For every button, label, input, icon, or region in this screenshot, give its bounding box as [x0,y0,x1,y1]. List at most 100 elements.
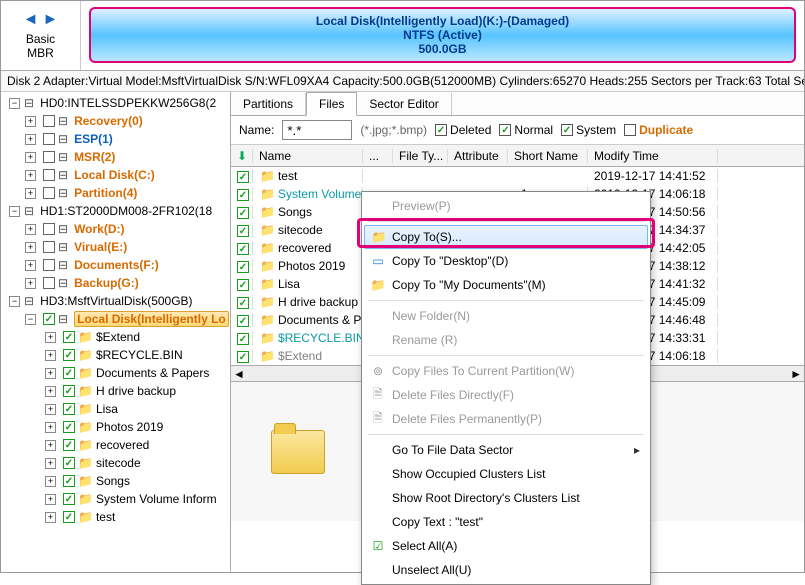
checkbox-icon[interactable] [43,133,55,145]
filter-duplicate[interactable]: ✓Duplicate [624,123,693,137]
row-checkbox[interactable]: ✓ [237,171,249,183]
tree-item[interactable]: +⊟Recovery(0) [1,112,230,130]
tree-item[interactable]: +✓📁Lisa [1,400,230,418]
menu-show-occupied[interactable]: Show Occupied Clusters List [364,462,648,486]
expand-icon[interactable]: + [45,368,56,379]
tree-item[interactable]: +✓📁sitecode [1,454,230,472]
tree-item[interactable]: +✓📁test [1,508,230,526]
col-type[interactable]: File Ty... [393,149,448,163]
expand-icon[interactable]: + [25,260,36,271]
checkbox-icon[interactable]: ✓ [63,511,75,523]
menu-copy-text[interactable]: Copy Text : "test" [364,510,648,534]
menu-delete-perm[interactable]: 🗎Delete Files Permanently(P) [364,407,648,431]
filter-normal[interactable]: ✓Normal [499,123,553,137]
row-checkbox[interactable]: ✓ [237,279,249,291]
expand-icon[interactable]: + [25,170,36,181]
tree-panel[interactable]: −⊟HD0:INTELSSDPEKKW256G8(2+⊟Recovery(0)+… [1,92,231,572]
expand-icon[interactable]: + [45,512,56,523]
expand-icon[interactable]: + [45,458,56,469]
tree-item[interactable]: +⊟Documents(F:) [1,256,230,274]
menu-select-all[interactable]: ☑Select All(A) [364,534,648,558]
row-checkbox[interactable]: ✓ [237,333,249,345]
row-checkbox[interactable]: ✓ [237,297,249,309]
row-checkbox[interactable]: ✓ [237,225,249,237]
tree-item[interactable]: +⊟Virual(E:) [1,238,230,256]
checkbox-icon[interactable]: ✓ [63,475,75,487]
checkbox-icon[interactable] [43,277,55,289]
tree-item[interactable]: +✓📁Songs [1,472,230,490]
tree-item[interactable]: +⊟Backup(G:) [1,274,230,292]
expand-icon[interactable]: + [45,494,56,505]
checkbox-icon[interactable]: ✓ [63,439,75,451]
tree-item[interactable]: +⊟Local Disk(C:) [1,166,230,184]
expand-icon[interactable]: + [45,440,56,451]
expand-icon[interactable]: − [9,296,20,307]
row-checkbox[interactable]: ✓ [237,261,249,273]
table-row[interactable]: ✓📁test2019-12-17 14:41:52 [231,167,804,185]
checkbox-icon[interactable]: ✓ [63,493,75,505]
row-checkbox[interactable]: ✓ [237,189,249,201]
checkbox-icon[interactable] [43,223,55,235]
tree-item[interactable]: +✓📁System Volume Inform [1,490,230,508]
menu-copy-to[interactable]: 📁Copy To(S)... [364,225,648,249]
tree-item[interactable]: +✓📁recovered [1,436,230,454]
name-filter-input[interactable] [282,120,352,140]
menu-new-folder[interactable]: New Folder(N) [364,304,648,328]
expand-icon[interactable]: + [25,116,36,127]
expand-icon[interactable]: + [45,476,56,487]
expand-icon[interactable]: + [45,332,56,343]
menu-rename[interactable]: Rename (R) [364,328,648,352]
expand-icon[interactable]: − [9,206,20,217]
expand-icon[interactable]: − [25,314,36,325]
col-check-arrow[interactable]: ⬇ [231,149,253,163]
tree-item[interactable]: +⊟MSR(2) [1,148,230,166]
nav-forward-icon[interactable]: ► [43,11,59,29]
tree-item[interactable]: +⊟Work(D:) [1,220,230,238]
tree-item[interactable]: −⊟HD0:INTELSSDPEKKW256G8(2 [1,94,230,112]
menu-copy-mydocs[interactable]: 📁Copy To "My Documents"(M) [364,273,648,297]
col-dots[interactable]: ... [363,149,393,163]
expand-icon[interactable]: − [9,98,20,109]
menu-unselect-all[interactable]: Unselect All(U) [364,558,648,582]
menu-delete-direct[interactable]: 🗎Delete Files Directly(F) [364,383,648,407]
tree-item[interactable]: −⊟HD1:ST2000DM008-2FR102(18 [1,202,230,220]
scroll-left-icon[interactable]: ◄ [233,367,245,381]
checkbox-icon[interactable] [43,169,55,181]
expand-icon[interactable]: + [25,188,36,199]
checkbox-icon[interactable] [43,115,55,127]
checkbox-icon[interactable]: ✓ [63,331,75,343]
expand-icon[interactable]: + [25,278,36,289]
col-short[interactable]: Short Name [508,149,588,163]
checkbox-icon[interactable] [43,241,55,253]
tree-item[interactable]: −✓⊟Local Disk(Intelligently Lo [1,310,230,328]
expand-icon[interactable]: + [25,242,36,253]
col-attr[interactable]: Attribute [448,149,508,163]
tab-files[interactable]: Files [306,92,357,116]
tree-item[interactable]: +✓📁Documents & Papers [1,364,230,382]
checkbox-icon[interactable]: ✓ [63,421,75,433]
expand-icon[interactable]: + [25,152,36,163]
checkbox-icon[interactable]: ✓ [63,457,75,469]
menu-copy-desktop[interactable]: ▭Copy To "Desktop"(D) [364,249,648,273]
checkbox-icon[interactable] [43,151,55,163]
menu-preview[interactable]: Preview(P) [364,194,648,218]
tree-item[interactable]: +✓📁H drive backup [1,382,230,400]
menu-goto-sector[interactable]: Go To File Data Sector▸ [364,438,648,462]
expand-icon[interactable]: + [45,386,56,397]
checkbox-icon[interactable] [43,187,55,199]
tree-item[interactable]: +✓📁$Extend [1,328,230,346]
row-checkbox[interactable]: ✓ [237,207,249,219]
menu-copy-current-partition[interactable]: ⊚Copy Files To Current Partition(W) [364,359,648,383]
checkbox-icon[interactable]: ✓ [43,313,55,325]
checkbox-icon[interactable]: ✓ [63,349,75,361]
expand-icon[interactable]: + [25,134,36,145]
expand-icon[interactable]: + [45,404,56,415]
nav-basic-mbr[interactable]: ◄ ► Basic MBR [1,1,81,70]
disk-summary-bar[interactable]: Local Disk(Intelligently Load)(K:)-(Dama… [89,7,796,63]
tab-partitions[interactable]: Partitions [231,93,306,115]
row-checkbox[interactable]: ✓ [237,243,249,255]
tree-item[interactable]: +✓📁$RECYCLE.BIN [1,346,230,364]
scroll-right-icon[interactable]: ► [790,367,802,381]
checkbox-icon[interactable]: ✓ [63,403,75,415]
tree-item[interactable]: +⊟Partition(4) [1,184,230,202]
